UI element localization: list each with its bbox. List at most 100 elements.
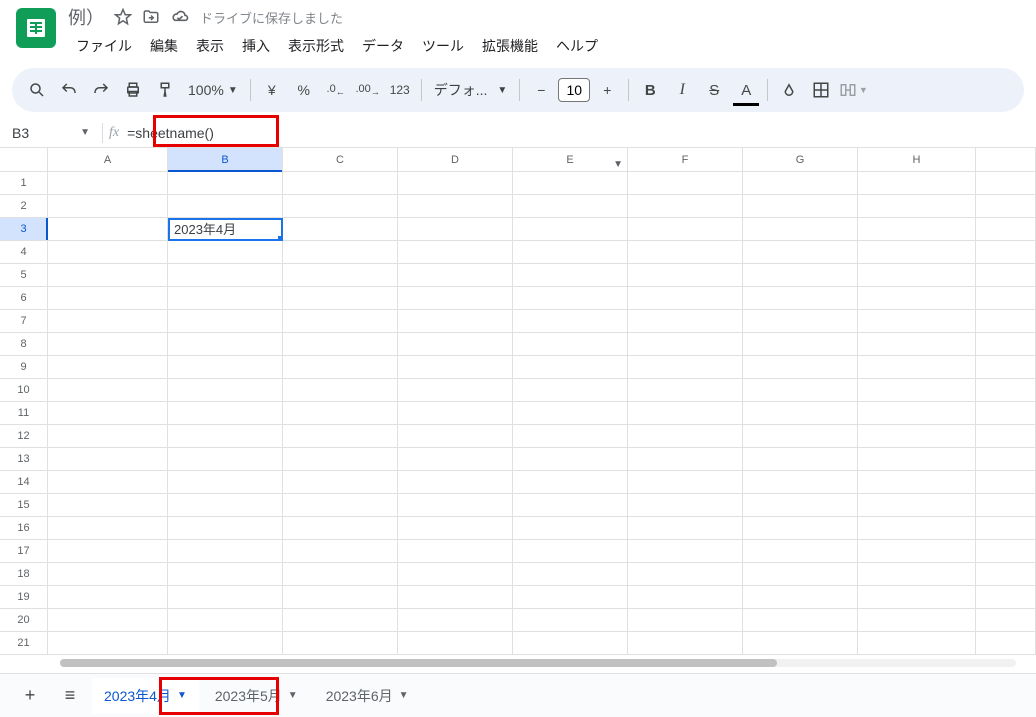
chevron-down-icon[interactable]: ▼ — [177, 690, 187, 701]
star-icon[interactable] — [114, 8, 132, 26]
cell-C1[interactable] — [283, 172, 398, 195]
cell-G13[interactable] — [743, 448, 858, 471]
decrease-decimal-icon[interactable]: .0← — [321, 75, 351, 105]
cell-D4[interactable] — [398, 241, 513, 264]
cell-E19[interactable] — [513, 586, 628, 609]
cell-E8[interactable] — [513, 333, 628, 356]
menu-tools[interactable]: ツール — [414, 32, 472, 60]
row-header-5[interactable]: 5 — [0, 264, 48, 287]
column-header-D[interactable]: D — [398, 148, 513, 172]
cell-E7[interactable] — [513, 310, 628, 333]
cell-D15[interactable] — [398, 494, 513, 517]
cell-A21[interactable] — [48, 632, 168, 655]
cell-F1[interactable] — [628, 172, 743, 195]
menu-help[interactable]: ヘルプ — [548, 32, 606, 60]
formula-input[interactable]: =sheetname() — [119, 125, 214, 141]
cell-F18[interactable] — [628, 563, 743, 586]
cell-A3[interactable] — [48, 218, 168, 241]
cell-F4[interactable] — [628, 241, 743, 264]
cell-D10[interactable] — [398, 379, 513, 402]
cell-G7[interactable] — [743, 310, 858, 333]
row-header-18[interactable]: 18 — [0, 563, 48, 586]
cell-A10[interactable] — [48, 379, 168, 402]
cell-D19[interactable] — [398, 586, 513, 609]
document-title[interactable]: 例） — [68, 4, 104, 30]
cell-E14[interactable] — [513, 471, 628, 494]
cell-C15[interactable] — [283, 494, 398, 517]
row-header-2[interactable]: 2 — [0, 195, 48, 218]
paint-format-icon[interactable] — [150, 75, 180, 105]
print-icon[interactable] — [118, 75, 148, 105]
add-sheet-button[interactable]: + — [12, 678, 48, 714]
cell-E6[interactable] — [513, 287, 628, 310]
cell-C5[interactable] — [283, 264, 398, 287]
cell-B19[interactable] — [168, 586, 283, 609]
menu-format[interactable]: 表示形式 — [280, 32, 352, 60]
row-header-15[interactable]: 15 — [0, 494, 48, 517]
cell-A16[interactable] — [48, 517, 168, 540]
cell-H1[interactable] — [858, 172, 976, 195]
cell-E10[interactable] — [513, 379, 628, 402]
cell-B12[interactable] — [168, 425, 283, 448]
cell-E13[interactable] — [513, 448, 628, 471]
cell-C20[interactable] — [283, 609, 398, 632]
cell-G17[interactable] — [743, 540, 858, 563]
cell-B9[interactable] — [168, 356, 283, 379]
cell-G15[interactable] — [743, 494, 858, 517]
cell-D5[interactable] — [398, 264, 513, 287]
cell-E3[interactable] — [513, 218, 628, 241]
cell-F10[interactable] — [628, 379, 743, 402]
cell-C13[interactable] — [283, 448, 398, 471]
cell-D21[interactable] — [398, 632, 513, 655]
cell-B8[interactable] — [168, 333, 283, 356]
cell-G20[interactable] — [743, 609, 858, 632]
chevron-down-icon[interactable]: ▼ — [399, 690, 409, 701]
sheet-tab-1[interactable]: 2023年5月▼ — [203, 678, 310, 714]
cell-H3[interactable] — [858, 218, 976, 241]
chevron-down-icon[interactable]: ▼ — [288, 690, 298, 701]
cell-E16[interactable] — [513, 517, 628, 540]
cell-A18[interactable] — [48, 563, 168, 586]
cell-C12[interactable] — [283, 425, 398, 448]
select-all-corner[interactable] — [0, 148, 48, 172]
cell-E15[interactable] — [513, 494, 628, 517]
cell-H9[interactable] — [858, 356, 976, 379]
cell-H2[interactable] — [858, 195, 976, 218]
cell-G10[interactable] — [743, 379, 858, 402]
cell-A2[interactable] — [48, 195, 168, 218]
cell-G6[interactable] — [743, 287, 858, 310]
cloud-icon[interactable] — [170, 7, 190, 27]
cell-E18[interactable] — [513, 563, 628, 586]
cell-D14[interactable] — [398, 471, 513, 494]
cell-A19[interactable] — [48, 586, 168, 609]
cell-E4[interactable] — [513, 241, 628, 264]
column-header-A[interactable]: A — [48, 148, 168, 172]
bold-button[interactable]: B — [635, 75, 665, 105]
cell-H19[interactable] — [858, 586, 976, 609]
cell-D20[interactable] — [398, 609, 513, 632]
row-header-7[interactable]: 7 — [0, 310, 48, 333]
cell-C16[interactable] — [283, 517, 398, 540]
column-header-C[interactable]: C — [283, 148, 398, 172]
cell-H21[interactable] — [858, 632, 976, 655]
row-header-3[interactable]: 3 — [0, 218, 48, 241]
cell-G19[interactable] — [743, 586, 858, 609]
redo-icon[interactable] — [86, 75, 116, 105]
all-sheets-button[interactable]: ≡ — [52, 678, 88, 714]
column-header-H[interactable]: H — [858, 148, 976, 172]
cell-D12[interactable] — [398, 425, 513, 448]
cell-G12[interactable] — [743, 425, 858, 448]
cell-D8[interactable] — [398, 333, 513, 356]
cell-E2[interactable] — [513, 195, 628, 218]
cell-B11[interactable] — [168, 402, 283, 425]
cell-H11[interactable] — [858, 402, 976, 425]
row-header-12[interactable]: 12 — [0, 425, 48, 448]
cell-H18[interactable] — [858, 563, 976, 586]
cell-H4[interactable] — [858, 241, 976, 264]
cell-B4[interactable] — [168, 241, 283, 264]
cell-E17[interactable] — [513, 540, 628, 563]
cell-C19[interactable] — [283, 586, 398, 609]
cell-H12[interactable] — [858, 425, 976, 448]
cell-E20[interactable] — [513, 609, 628, 632]
strikethrough-button[interactable]: S — [699, 75, 729, 105]
